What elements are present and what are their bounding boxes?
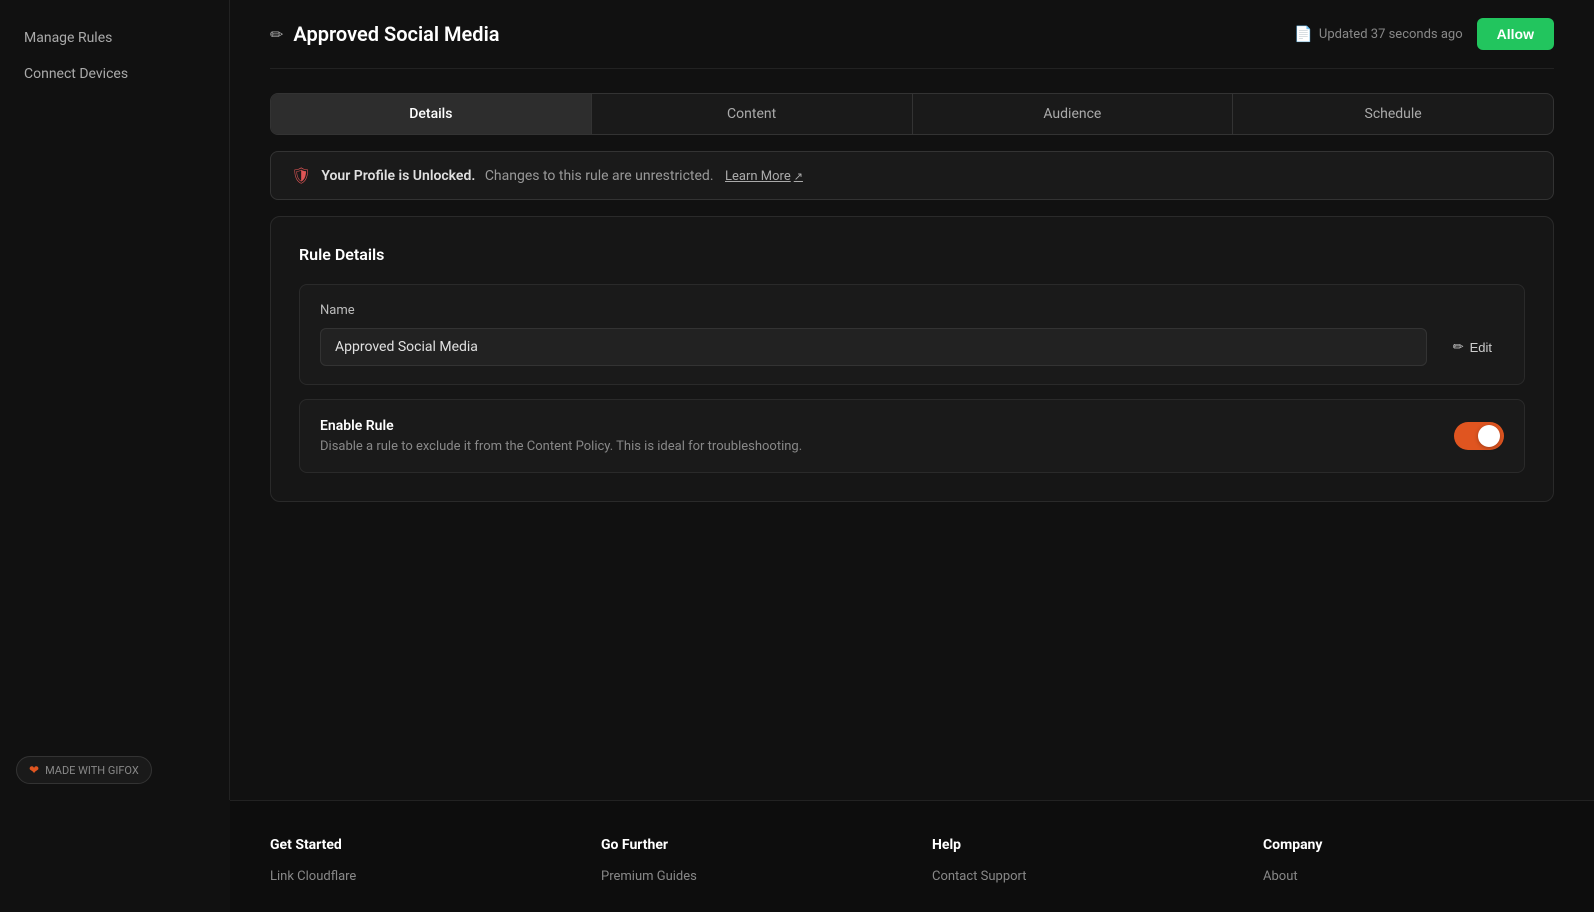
sidebar-item-connect-devices[interactable]: Connect Devices <box>0 56 229 92</box>
name-value: Approved Social Media <box>320 328 1427 366</box>
footer-link-premium-guides[interactable]: Premium Guides <box>601 869 892 884</box>
gifox-heart-icon: ❤ <box>29 763 39 777</box>
footer-title-help: Help <box>932 837 1223 853</box>
sidebar-item-manage-rules[interactable]: Manage Rules <box>0 20 229 56</box>
footer-link-contact-support[interactable]: Contact Support <box>932 869 1223 884</box>
tab-content[interactable]: Content <box>592 94 913 134</box>
name-field-block: Name Approved Social Media ✏ Edit <box>299 284 1525 385</box>
edit-label: Edit <box>1470 340 1492 355</box>
unlock-icon: 🛡 <box>291 166 311 185</box>
footer-col-company: Company About <box>1263 837 1554 892</box>
gifox-label: MADE WITH GIFOX <box>45 764 139 777</box>
page-title: Approved Social Media <box>293 22 499 46</box>
enable-rule-row: Enable Rule Disable a rule to exclude it… <box>320 418 1504 454</box>
enable-rule-block: Enable Rule Disable a rule to exclude it… <box>299 399 1525 473</box>
tab-schedule[interactable]: Schedule <box>1233 94 1553 134</box>
main-content: ✏ Approved Social Media 📄 Updated 37 sec… <box>230 0 1594 800</box>
edit-pencil-icon: ✏ <box>1453 339 1464 355</box>
enable-rule-title: Enable Rule <box>320 418 802 434</box>
allow-button[interactable]: Allow <box>1477 18 1554 50</box>
enable-rule-desc: Disable a rule to exclude it from the Co… <box>320 439 802 454</box>
external-link-icon: ↗ <box>794 170 803 183</box>
footer-title-get-started: Get Started <box>270 837 561 853</box>
header-left: ✏ Approved Social Media <box>270 22 500 46</box>
footer-link-about[interactable]: About <box>1263 869 1554 884</box>
enable-rule-left: Enable Rule Disable a rule to exclude it… <box>320 418 802 454</box>
updated-text-label: Updated 37 seconds ago <box>1319 27 1463 42</box>
toggle-thumb <box>1478 425 1500 447</box>
name-label: Name <box>320 303 1504 318</box>
updated-status: 📄 Updated 37 seconds ago <box>1294 25 1462 43</box>
tab-details[interactable]: Details <box>271 94 592 134</box>
profile-unlocked-banner: 🛡 Your Profile is Unlocked. Changes to t… <box>270 151 1554 200</box>
tabs-container: Details Content Audience Schedule <box>270 93 1554 135</box>
banner-bold-text: Your Profile is Unlocked. <box>321 168 475 184</box>
gifox-badge: ❤ MADE WITH GIFOX <box>16 756 152 784</box>
sidebar: Manage Rules Connect Devices <box>0 0 230 800</box>
footer-title-go-further: Go Further <box>601 837 892 853</box>
footer-title-company: Company <box>1263 837 1554 853</box>
footer-link-cloudflare[interactable]: Link Cloudflare <box>270 869 561 884</box>
header-right: 📄 Updated 37 seconds ago Allow <box>1294 18 1554 50</box>
edit-title-icon: ✏ <box>270 25 283 44</box>
banner-sub-text: Changes to this rule are unrestricted. <box>485 168 714 184</box>
footer-col-help: Help Contact Support <box>932 837 1223 892</box>
tab-audience[interactable]: Audience <box>913 94 1234 134</box>
learn-more-link[interactable]: Learn More ↗ <box>725 169 803 184</box>
footer-col-get-started: Get Started Link Cloudflare <box>270 837 561 892</box>
rule-details-card: Rule Details Name Approved Social Media … <box>270 216 1554 502</box>
toggle-track <box>1454 422 1504 450</box>
doc-icon: 📄 <box>1294 25 1313 43</box>
footer: Get Started Link Cloudflare Go Further P… <box>230 800 1594 912</box>
rule-details-title: Rule Details <box>299 245 1525 264</box>
footer-col-go-further: Go Further Premium Guides <box>601 837 892 892</box>
page-header: ✏ Approved Social Media 📄 Updated 37 sec… <box>270 0 1554 69</box>
edit-name-button[interactable]: ✏ Edit <box>1441 331 1504 363</box>
name-value-row: Approved Social Media ✏ Edit <box>320 328 1504 366</box>
enable-rule-toggle[interactable] <box>1454 422 1504 450</box>
banner-text: Your Profile is Unlocked. Changes to thi… <box>321 168 803 184</box>
